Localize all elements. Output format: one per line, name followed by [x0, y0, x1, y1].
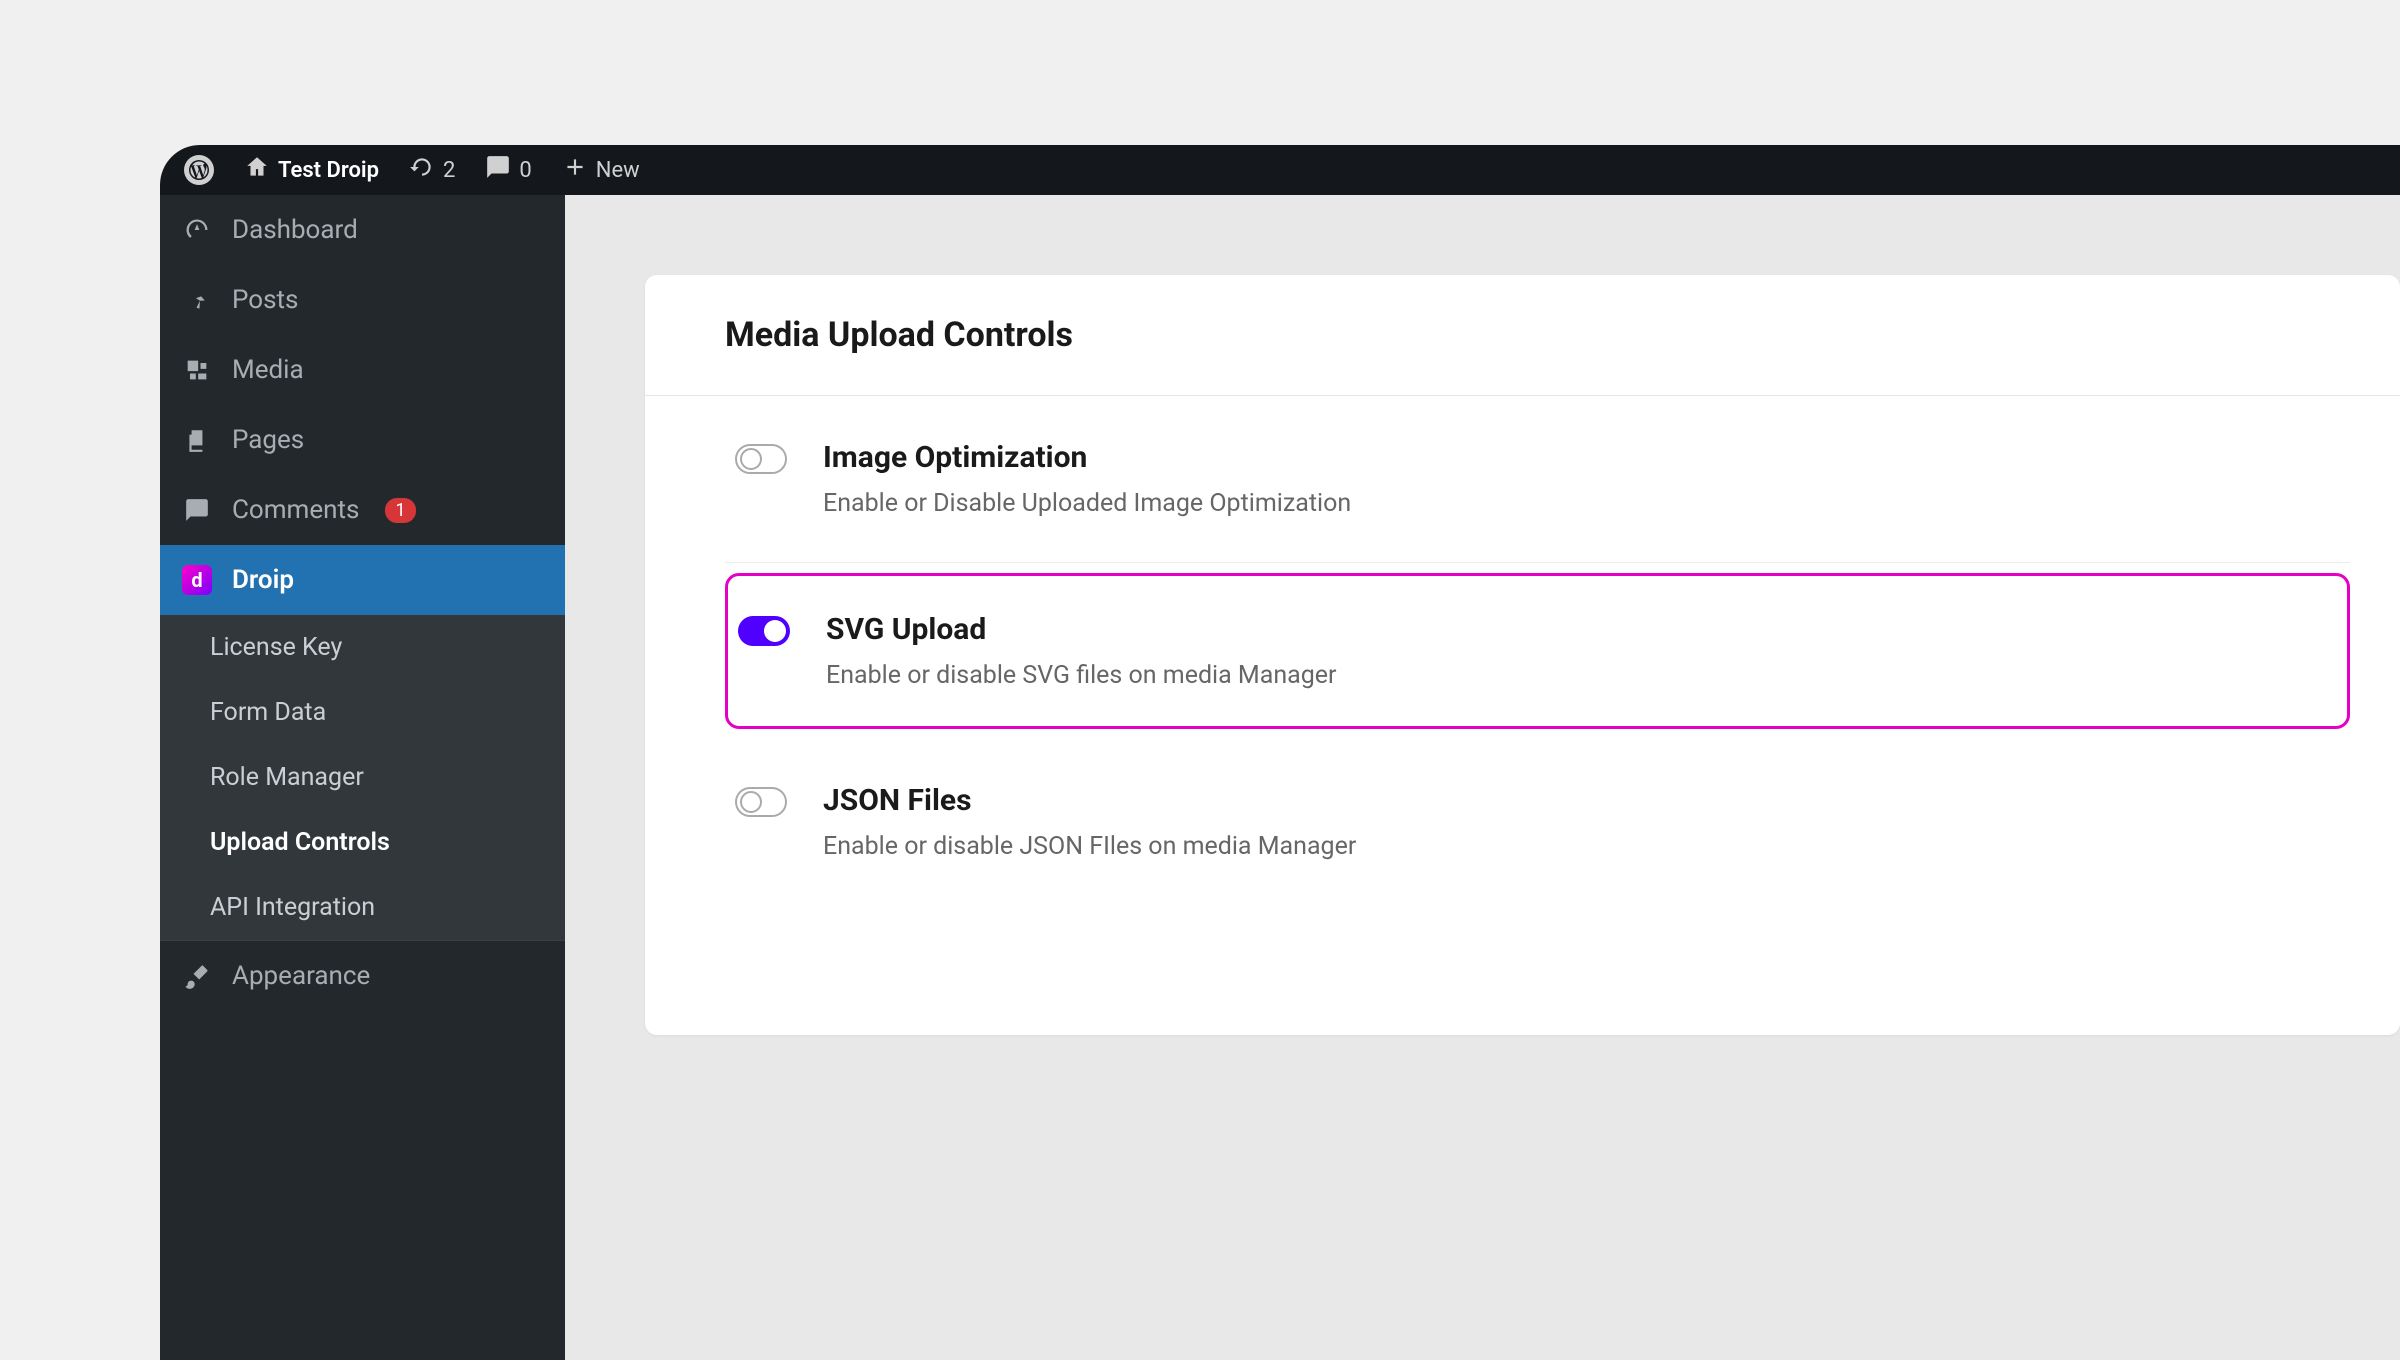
home-icon	[244, 154, 270, 186]
setting-text: SVG Upload Enable or disable SVG files o…	[826, 612, 1337, 690]
toggle-knob	[740, 791, 762, 813]
sidebar-item-label: Dashboard	[232, 215, 358, 245]
plus-icon	[562, 154, 588, 186]
sidebar-item-label: Comments	[232, 495, 359, 525]
brush-icon	[182, 962, 212, 990]
comments-badge: 1	[385, 498, 415, 523]
settings-list: Image Optimization Enable or Disable Upl…	[645, 396, 2400, 905]
setting-row-svg-upload: SVG Upload Enable or disable SVG files o…	[725, 573, 2350, 729]
sidebar-item-appearance[interactable]: Appearance	[160, 940, 565, 1011]
wp-logo-menu[interactable]	[174, 155, 224, 185]
setting-description: Enable or disable SVG files on media Man…	[826, 661, 1337, 690]
toggle-image-optimization[interactable]	[735, 444, 787, 474]
setting-title: JSON Files	[823, 783, 1356, 818]
comments-link[interactable]: 0	[475, 154, 541, 186]
comments-count: 0	[519, 158, 531, 183]
setting-description: Enable or Disable Uploaded Image Optimiz…	[823, 489, 1351, 518]
media-icon	[182, 356, 212, 384]
sidebar-item-label: Appearance	[232, 961, 370, 991]
sidebar-item-media[interactable]: Media	[160, 335, 565, 405]
pages-icon	[182, 427, 212, 453]
setting-text: Image Optimization Enable or Disable Upl…	[823, 440, 1351, 518]
pin-icon	[182, 287, 212, 313]
sidebar-item-posts[interactable]: Posts	[160, 265, 565, 335]
site-name: Test Droip	[278, 158, 379, 183]
sidebar-item-dashboard[interactable]: Dashboard	[160, 195, 565, 265]
submenu-item-label: Form Data	[210, 698, 326, 727]
new-content-link[interactable]: New	[552, 154, 650, 186]
sidebar-item-label: Posts	[232, 285, 298, 315]
setting-row-json-files: JSON Files Enable or disable JSON FIles …	[725, 739, 2350, 905]
site-home-link[interactable]: Test Droip	[234, 154, 389, 186]
setting-row-image-optimization: Image Optimization Enable or Disable Upl…	[725, 396, 2350, 563]
setting-description: Enable or disable JSON FIles on media Ma…	[823, 832, 1356, 861]
toggle-knob	[740, 448, 762, 470]
new-label: New	[596, 158, 640, 183]
submenu-item-label: License Key	[210, 633, 342, 662]
sidebar-item-droip[interactable]: d Droip	[160, 545, 565, 615]
refresh-icon	[409, 154, 435, 186]
card-title: Media Upload Controls	[725, 315, 2320, 355]
toggle-json-files[interactable]	[735, 787, 787, 817]
submenu-item-upload-controls[interactable]: Upload Controls	[160, 810, 565, 875]
setting-title: SVG Upload	[826, 612, 1337, 647]
updates-link[interactable]: 2	[399, 154, 465, 186]
admin-sidebar: Dashboard Posts Media Pages Comments 1	[160, 195, 565, 1360]
admin-bar: Test Droip 2 0 New	[160, 145, 2400, 195]
setting-text: JSON Files Enable or disable JSON FIles …	[823, 783, 1356, 861]
submenu-item-form-data[interactable]: Form Data	[160, 680, 565, 745]
droip-submenu: License Key Form Data Role Manager Uploa…	[160, 615, 565, 940]
toggle-knob	[764, 620, 786, 642]
sidebar-item-comments[interactable]: Comments 1	[160, 475, 565, 545]
submenu-item-label: Role Manager	[210, 763, 364, 792]
comment-icon	[485, 154, 511, 186]
submenu-item-license-key[interactable]: License Key	[160, 615, 565, 680]
sidebar-item-pages[interactable]: Pages	[160, 405, 565, 475]
sidebar-item-label: Media	[232, 355, 304, 385]
toggle-svg-upload[interactable]	[738, 616, 790, 646]
submenu-item-label: API Integration	[210, 893, 375, 922]
submenu-item-label: Upload Controls	[210, 828, 390, 857]
sidebar-item-label: Droip	[232, 565, 294, 595]
submenu-item-role-manager[interactable]: Role Manager	[160, 745, 565, 810]
dashboard-icon	[182, 216, 212, 244]
wordpress-logo-icon	[184, 155, 214, 185]
updates-count: 2	[443, 158, 455, 183]
card-header: Media Upload Controls	[645, 275, 2400, 396]
sidebar-item-label: Pages	[232, 425, 304, 455]
droip-icon: d	[182, 565, 212, 595]
settings-card: Media Upload Controls Image Optimization…	[645, 275, 2400, 1035]
main-content: Media Upload Controls Image Optimization…	[565, 195, 2400, 1360]
comment-icon	[182, 497, 212, 523]
submenu-item-api-integration[interactable]: API Integration	[160, 875, 565, 940]
setting-title: Image Optimization	[823, 440, 1351, 475]
app-window: Test Droip 2 0 New Dashboard	[160, 145, 2400, 1360]
